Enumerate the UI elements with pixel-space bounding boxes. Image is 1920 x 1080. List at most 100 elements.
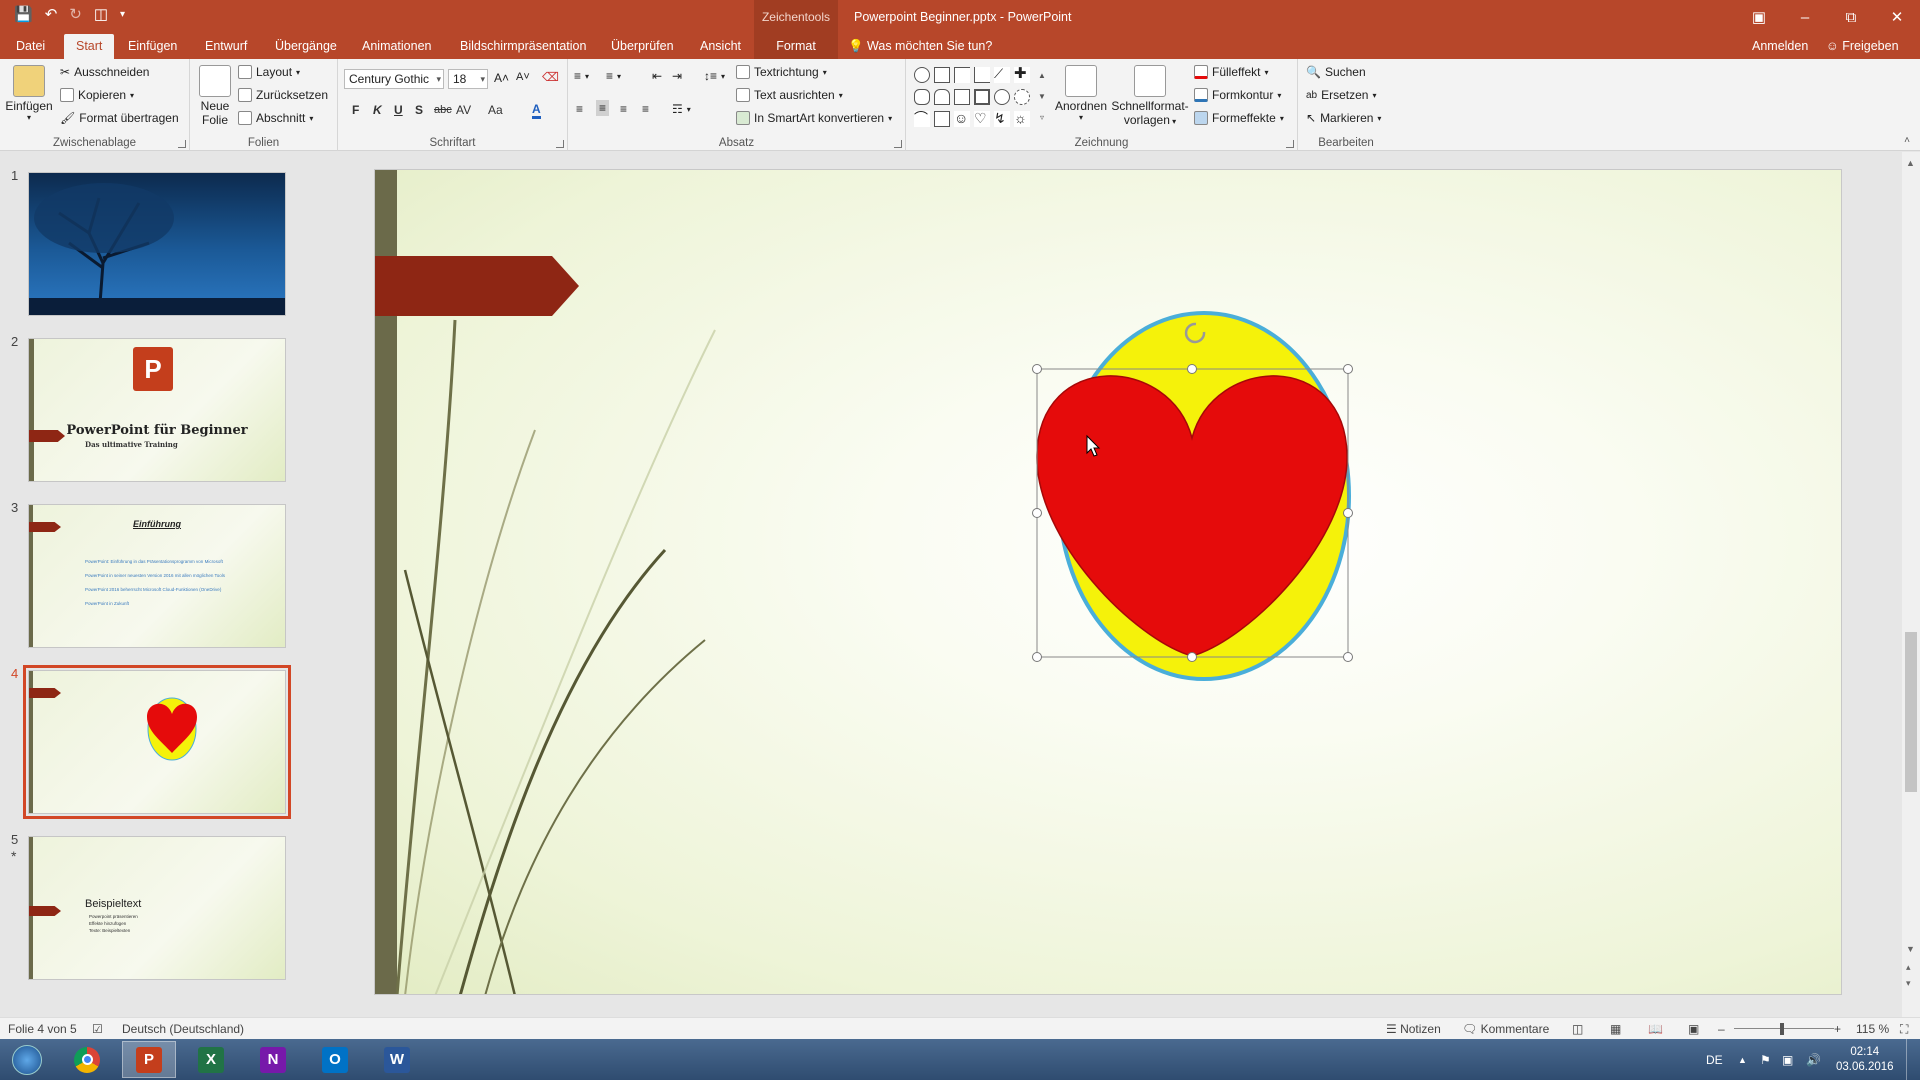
corner-shape-icon[interactable]	[954, 67, 970, 83]
excel-icon[interactable]: X	[184, 1041, 238, 1078]
restore-icon[interactable]: ⧉	[1828, 0, 1874, 34]
shape-fill-button[interactable]: Fülleffekt ▾	[1194, 65, 1268, 79]
next-slide-icon[interactable]: ▾	[1906, 978, 1911, 989]
tab-ansicht[interactable]: Ansicht	[692, 34, 749, 59]
columns-button[interactable]: ☶ ▾	[672, 102, 691, 116]
tab-bildschirmpraesentation[interactable]: Bildschirmpräsentation	[452, 34, 594, 59]
l-shape-icon[interactable]	[974, 67, 990, 83]
shape-outline-button[interactable]: Formkontur ▾	[1194, 88, 1281, 102]
outlook-icon[interactable]: O	[308, 1041, 362, 1078]
tab-ueberpruefen[interactable]: Überprüfen	[603, 34, 682, 59]
dialog-launcher-icon[interactable]	[1286, 140, 1294, 148]
tab-einfuegen[interactable]: Einfügen	[120, 34, 185, 59]
zoom-slider[interactable]	[1734, 1028, 1834, 1029]
shrink-font-button[interactable]: A˅	[516, 71, 530, 83]
format-painter-button[interactable]: 🖌 Format übertragen	[60, 111, 179, 125]
clear-formatting-button[interactable]: ⌫	[542, 70, 559, 84]
save-icon[interactable]: 💾	[14, 6, 33, 24]
cube-shape-icon[interactable]	[954, 89, 970, 105]
slide-thumbnail-2[interactable]: P PowerPoint für Beginner Das ultimative…	[28, 338, 286, 482]
slide-sorter-icon[interactable]: ▦	[1610, 1018, 1621, 1040]
bold-button[interactable]: F	[352, 103, 359, 117]
frame-shape-icon[interactable]	[974, 89, 990, 105]
ribbon-display-options-icon[interactable]: ▣	[1736, 0, 1782, 34]
can-shape-icon[interactable]	[934, 89, 950, 105]
windows-start-icon[interactable]	[0, 1041, 54, 1078]
cut-button[interactable]: ✂ Ausschneiden	[60, 65, 149, 79]
language-status[interactable]: Deutsch (Deutschland)	[122, 1018, 244, 1040]
reading-view-icon[interactable]: 📖	[1648, 1018, 1663, 1040]
tab-uebergaenge[interactable]: Übergänge	[267, 34, 345, 59]
show-desktop-button[interactable]	[1906, 1039, 1920, 1080]
donut-shape-icon[interactable]	[1014, 89, 1030, 105]
chrome-icon[interactable]	[60, 1041, 114, 1078]
notes-button[interactable]: ☰ Notizen	[1386, 1018, 1441, 1040]
tab-animationen[interactable]: Animationen	[354, 34, 440, 59]
close-icon[interactable]: ✕	[1874, 0, 1920, 34]
rectangle-shape-icon[interactable]	[934, 67, 950, 83]
tab-format[interactable]: Format	[754, 34, 838, 59]
align-text-button[interactable]: Text ausrichten ▾	[736, 88, 843, 102]
dialog-launcher-icon[interactable]	[556, 140, 564, 148]
select-button[interactable]: ↖ Markieren ▾	[1306, 111, 1381, 125]
tab-datei[interactable]: Datei	[8, 34, 53, 59]
minimize-icon[interactable]: –	[1782, 0, 1828, 34]
align-right-button[interactable]: ≡	[620, 102, 627, 116]
bullets-button[interactable]: ≡ ▾	[574, 69, 589, 83]
spellcheck-icon[interactable]: ☑	[92, 1018, 103, 1040]
italic-button[interactable]: K	[373, 103, 382, 117]
vertical-scrollbar[interactable]: ▲ ▼ ▴ ▾	[1902, 152, 1920, 1017]
normal-view-icon[interactable]: ◫	[1572, 1018, 1583, 1040]
slide-canvas[interactable]	[374, 169, 1842, 995]
redo-icon[interactable]: ↻	[69, 6, 82, 24]
new-slide-button[interactable]: Neue Folie	[196, 65, 234, 127]
smiley-shape-icon[interactable]: ☺	[954, 111, 970, 127]
zoom-slider-thumb[interactable]	[1780, 1023, 1784, 1035]
scroll-thumb[interactable]	[1905, 632, 1917, 792]
zoom-level[interactable]: 115 %	[1856, 1018, 1889, 1040]
paste-button[interactable]: Einfügen ▾	[4, 65, 54, 122]
replace-button[interactable]: ab Ersetzen ▾	[1306, 88, 1377, 102]
scroll-up-icon[interactable]: ▲	[1906, 158, 1915, 168]
input-language[interactable]: DE	[1706, 1039, 1723, 1080]
slide-thumbnail-1[interactable]	[28, 172, 286, 316]
network-icon[interactable]: ▣	[1782, 1039, 1793, 1080]
layout-button[interactable]: Layout ▾	[238, 65, 300, 79]
character-spacing-button[interactable]: AV	[456, 103, 471, 117]
zoom-out-icon[interactable]: –	[1718, 1018, 1725, 1040]
align-left-button[interactable]: ≡	[576, 102, 583, 116]
customize-qat-icon[interactable]: ▾	[120, 6, 125, 24]
reset-button[interactable]: Zurücksetzen	[238, 88, 328, 102]
numbering-button[interactable]: ≡ ▾	[606, 69, 621, 83]
tell-me-box[interactable]: 💡 Was möchten Sie tun?	[848, 34, 992, 59]
presentation-start-icon[interactable]: ◫	[94, 6, 108, 24]
volume-icon[interactable]: 🔊	[1806, 1039, 1821, 1080]
plus-shape-icon[interactable]: ✚	[1014, 66, 1030, 83]
share-button[interactable]: ☺ Freigeben	[1826, 34, 1899, 59]
dialog-launcher-icon[interactable]	[178, 140, 186, 148]
octagon-shape-icon[interactable]	[914, 89, 930, 105]
previous-slide-icon[interactable]: ▴	[1906, 962, 1911, 973]
word-icon[interactable]: W	[370, 1041, 424, 1078]
zoom-in-icon[interactable]: +	[1834, 1018, 1841, 1040]
quick-styles-button[interactable]: Schnellformat- vorlagen ▾	[1110, 65, 1190, 129]
font-color-button[interactable]: A	[532, 102, 541, 119]
shapes-gallery[interactable]: ⟋ ✚ ⌒ ☺ ♡ ↯ ☼ ▲ ▼ ▿	[912, 65, 1050, 129]
arc-shape-icon[interactable]: ⌒	[914, 111, 930, 127]
find-button[interactable]: 🔍 Suchen	[1306, 65, 1366, 79]
slideshow-view-icon[interactable]: ▣	[1688, 1018, 1699, 1040]
arrange-button[interactable]: Anordnen ▾	[1052, 65, 1110, 122]
fit-to-window-icon[interactable]: ⛶	[1900, 1018, 1908, 1040]
slide-thumbnail-3[interactable]: Einführung PowerPoint: Einführung in das…	[28, 504, 286, 648]
tab-start[interactable]: Start	[64, 34, 115, 59]
action-center-flag-icon[interactable]: ⚑	[1760, 1039, 1771, 1080]
decrease-indent-button[interactable]: ⇤	[652, 69, 662, 83]
change-case-button[interactable]: Aa	[488, 103, 503, 117]
oval-shape-icon[interactable]	[914, 67, 930, 83]
underline-button[interactable]: U	[394, 103, 403, 117]
line-spacing-button[interactable]: ↕≡ ▾	[704, 69, 725, 83]
undo-icon[interactable]: ↶	[45, 6, 58, 24]
line-shape-icon[interactable]: ⟋	[994, 67, 1010, 83]
square-shape-icon[interactable]	[934, 111, 950, 127]
tab-entwurf[interactable]: Entwurf	[197, 34, 255, 59]
